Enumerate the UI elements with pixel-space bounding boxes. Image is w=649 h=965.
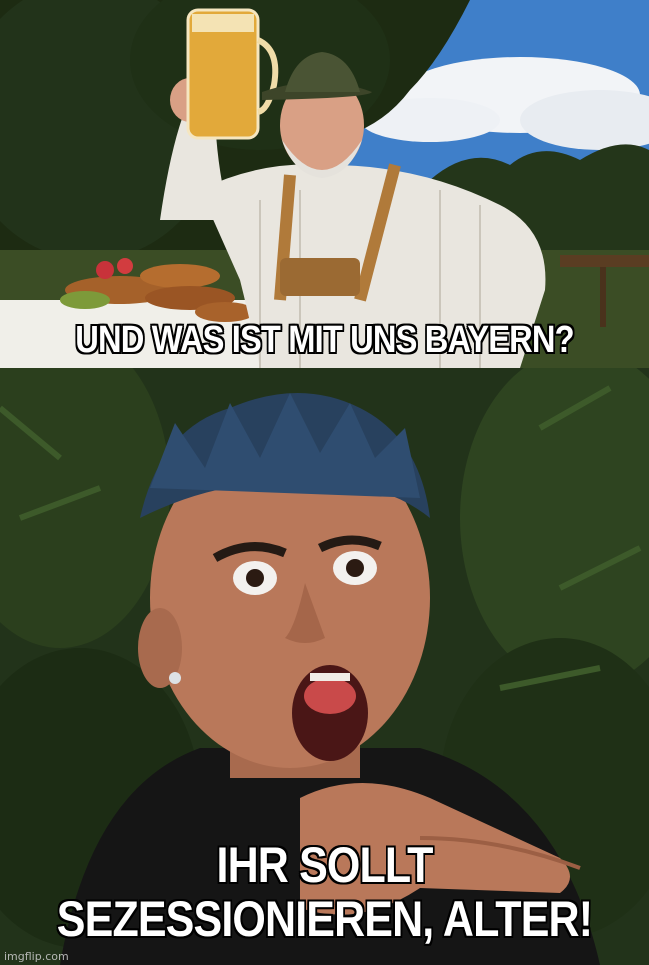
top-panel-bavarian-man: UND WAS IST MIT UNS BAYERN? xyxy=(0,0,649,368)
top-panel-illustration xyxy=(0,0,649,368)
bottom-caption-line-1: IHR SOLLT xyxy=(216,837,434,893)
meme-image: UND WAS IST MIT UNS BAYERN? IHR SOLLT SE… xyxy=(0,0,649,965)
imgflip-watermark: imgflip.com xyxy=(4,950,69,963)
bottom-caption: IHR SOLLT SEZESSIONIEREN, ALTER! xyxy=(45,838,603,946)
top-caption: UND WAS IST MIT UNS BAYERN? xyxy=(75,319,574,361)
bottom-caption-line-2: SEZESSIONIEREN, ALTER! xyxy=(56,891,593,947)
